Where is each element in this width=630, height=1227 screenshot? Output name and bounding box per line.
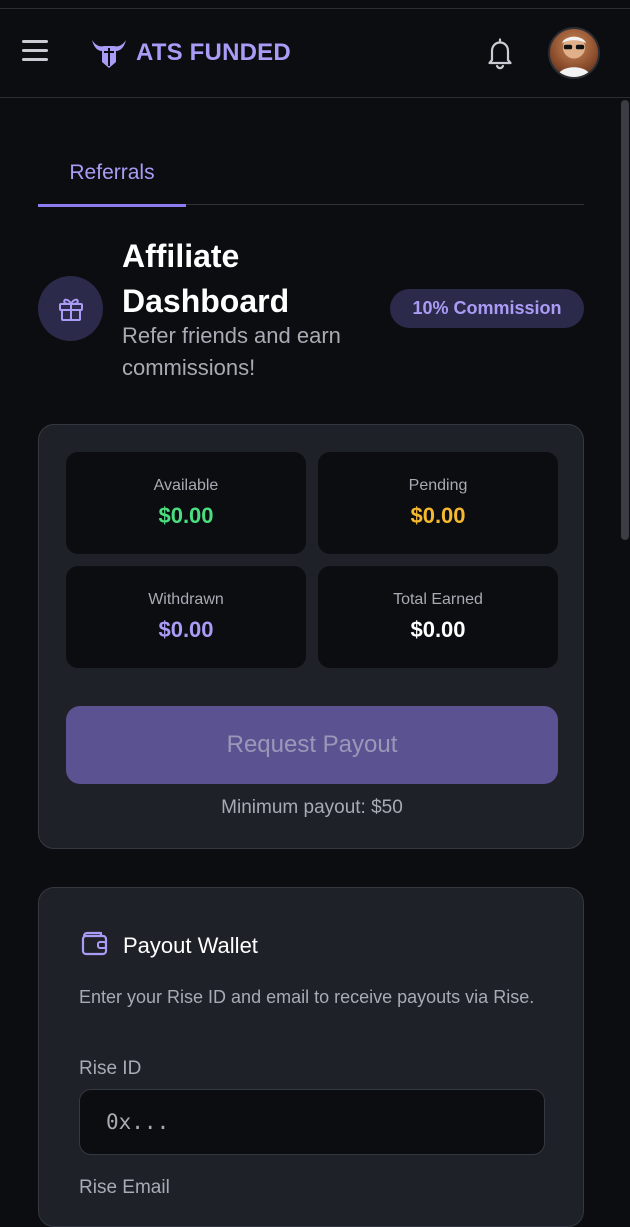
stat-label: Available — [153, 477, 219, 494]
rise-id-input[interactable] — [79, 1089, 545, 1155]
stat-label: Withdrawn — [148, 591, 224, 608]
status-strip — [0, 0, 630, 9]
commission-badge: 10% Commission — [390, 289, 584, 328]
bell-icon[interactable] — [484, 36, 516, 70]
stat-label: Pending — [408, 477, 468, 494]
bull-shield-logo-icon — [92, 40, 126, 68]
tab-bar: Referrals — [38, 140, 584, 207]
payout-wallet-card: Payout Wallet Enter your Rise ID and ema… — [38, 887, 584, 1227]
stat-value: $0.00 — [410, 503, 466, 528]
rise-email-label: Rise Email — [79, 1177, 170, 1198]
brand-logo[interactable]: ATS FUNDED — [88, 36, 291, 70]
page-scrollbar[interactable] — [621, 100, 629, 540]
page-subtitle: Refer friends and earn commissions! — [122, 323, 341, 380]
minimum-payout-note: Minimum payout: $50 — [221, 797, 403, 818]
wallet-description: Enter your Rise ID and email to receive … — [79, 987, 535, 1007]
stat-value: $0.00 — [410, 617, 466, 642]
stat-total-earned: Total Earned $0.00 — [318, 566, 558, 668]
wallet-icon — [79, 928, 109, 963]
wallet-title: Payout Wallet — [123, 932, 258, 958]
stat-pending: Pending $0.00 — [318, 452, 558, 554]
brand-name: ATS FUNDED — [136, 39, 291, 66]
rise-id-label: Rise ID — [79, 1058, 142, 1079]
stat-value: $0.00 — [158, 503, 214, 528]
request-payout-button[interactable]: Request Payout — [66, 706, 558, 784]
wallet-header: Payout Wallet — [79, 928, 258, 963]
stat-label: Total Earned — [393, 591, 483, 608]
app-header: ATS FUNDED — [0, 10, 630, 98]
tab-referrals[interactable]: Referrals — [38, 140, 186, 207]
user-avatar[interactable] — [548, 27, 600, 79]
stat-value: $0.00 — [158, 617, 214, 642]
earnings-card: Available $0.00 Pending $0.00 Withdrawn … — [38, 424, 584, 849]
stat-withdrawn: Withdrawn $0.00 — [66, 566, 306, 668]
stat-available: Available $0.00 — [66, 452, 306, 554]
affiliate-header: Affiliate Dashboard Refer friends and ea… — [38, 232, 584, 392]
hamburger-menu-icon[interactable] — [22, 40, 48, 62]
gift-icon — [38, 276, 103, 341]
page-title: Affiliate Dashboard — [122, 238, 290, 319]
